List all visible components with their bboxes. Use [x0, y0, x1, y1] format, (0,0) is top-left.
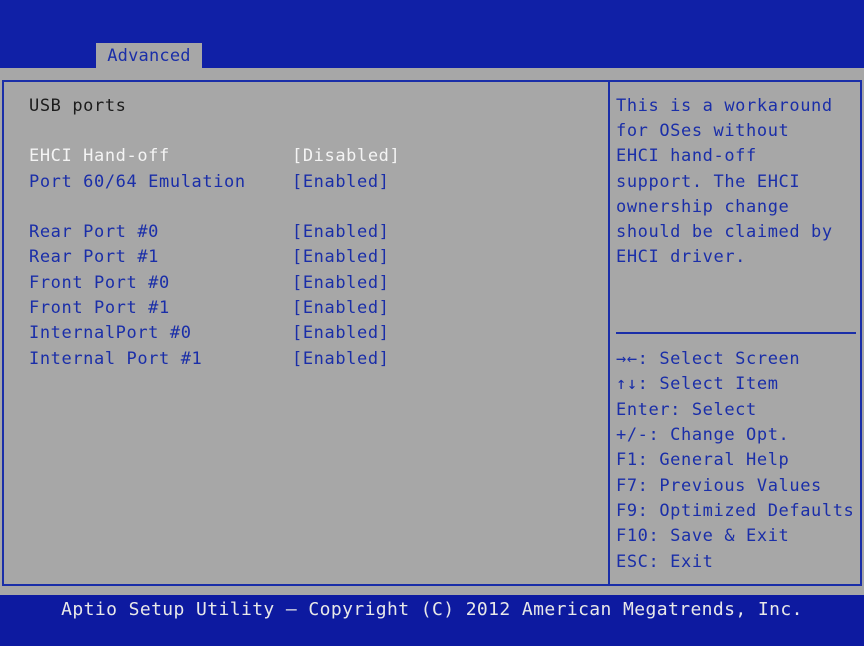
setting-value-rear-port-1[interactable]: [Enabled]	[292, 247, 390, 267]
key-hint-esc-exit: ESC: Exit	[616, 552, 714, 572]
setting-label-front-port-0[interactable]: Front Port #0	[29, 273, 170, 293]
bios-screen: Advanced USB ports EHCI Hand-off [Disabl…	[0, 0, 864, 646]
setting-label-rear-port-1[interactable]: Rear Port #1	[29, 247, 159, 267]
section-title: USB ports	[29, 96, 127, 116]
setting-value-front-port-1[interactable]: [Enabled]	[292, 298, 390, 318]
setting-label-rear-port-0[interactable]: Rear Port #0	[29, 222, 159, 242]
setting-value-port-60-64-emulation[interactable]: [Enabled]	[292, 172, 390, 192]
help-divider	[616, 332, 856, 334]
top-menu-bar: Advanced	[0, 0, 864, 69]
setting-value-rear-port-0[interactable]: [Enabled]	[292, 222, 390, 242]
help-line: This is a workaround	[616, 96, 833, 116]
key-hint-previous-values: F7: Previous Values	[616, 476, 822, 496]
key-hint-select-screen: →←: Select Screen	[616, 349, 801, 369]
setting-value-internal-port-1[interactable]: [Enabled]	[292, 349, 390, 369]
key-hint-save-exit: F10: Save & Exit	[616, 526, 790, 546]
setting-label-front-port-1[interactable]: Front Port #1	[29, 298, 170, 318]
help-line: for OSes without	[616, 121, 790, 141]
footer-bar: Aptio Setup Utility – Copyright (C) 2012…	[0, 595, 864, 646]
setting-label-internal-port-1[interactable]: Internal Port #1	[29, 349, 202, 369]
copyright-text: Aptio Setup Utility – Copyright (C) 2012…	[61, 599, 803, 620]
setting-label-ehci-hand-off[interactable]: EHCI Hand-off	[29, 146, 170, 166]
key-hint-select-item: ↑↓: Select Item	[616, 374, 779, 394]
help-line: ownership change	[616, 197, 790, 217]
setting-label-port-60-64-emulation[interactable]: Port 60/64 Emulation	[29, 172, 246, 192]
key-hint-optimized-defaults: F9: Optimized Defaults	[616, 501, 855, 521]
help-line: support. The EHCI	[616, 172, 801, 192]
help-line: EHCI driver.	[616, 247, 747, 267]
setting-value-front-port-0[interactable]: [Enabled]	[292, 273, 390, 293]
tab-advanced[interactable]: Advanced	[96, 43, 202, 69]
setting-value-internal-port-0[interactable]: [Enabled]	[292, 323, 390, 343]
help-line: should be claimed by	[616, 222, 833, 242]
setting-label-internal-port-0[interactable]: InternalPort #0	[29, 323, 192, 343]
key-hint-change-opt: +/-: Change Opt.	[616, 425, 790, 445]
setting-value-ehci-hand-off[interactable]: [Disabled]	[292, 146, 400, 166]
help-line: EHCI hand-off	[616, 146, 757, 166]
key-hint-general-help: F1: General Help	[616, 450, 790, 470]
key-hint-enter-select: Enter: Select	[616, 400, 757, 420]
